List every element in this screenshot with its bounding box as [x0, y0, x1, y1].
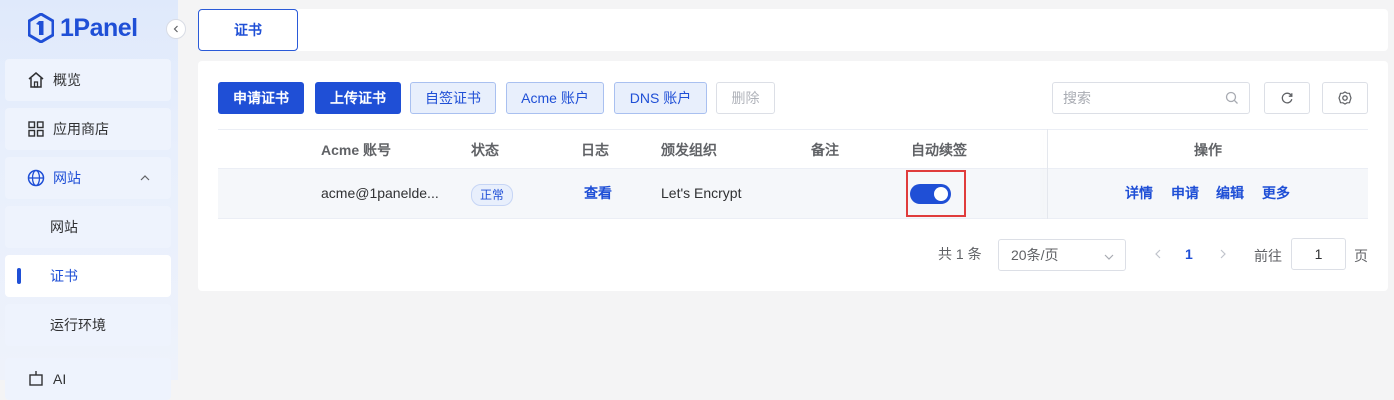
sidebar-item-label: 概览 — [53, 72, 81, 88]
sidebar-subitem-websites[interactable]: 网站 — [5, 206, 171, 248]
acme-account-button[interactable]: Acme 账户 — [506, 82, 604, 114]
column-header-actions: 操作 — [1194, 142, 1222, 158]
page-size-select[interactable]: 20条/页 — [998, 239, 1126, 271]
upload-certificate-button[interactable]: 上传证书 — [315, 82, 401, 114]
chevron-down-icon — [1103, 250, 1115, 266]
toggle-knob — [934, 187, 948, 201]
chevron-left-icon — [1155, 249, 1161, 259]
chevron-up-icon — [139, 171, 151, 187]
sidebar-item-label: 网站 — [53, 170, 81, 186]
apply-action[interactable]: 申请 — [1171, 169, 1199, 218]
sidebar-item-overview[interactable]: 概览 — [5, 59, 171, 101]
chevron-left-icon — [173, 25, 178, 33]
search-icon — [1225, 91, 1239, 108]
search-input[interactable]: 搜索 — [1052, 82, 1250, 114]
page-suffix: 页 — [1354, 248, 1368, 264]
goto-page-input[interactable]: 1 — [1291, 238, 1346, 270]
sidebar-item-label: AI — [53, 371, 67, 387]
logo[interactable]: 1Panel — [28, 10, 138, 46]
refresh-button[interactable] — [1264, 82, 1310, 114]
page-size-value: 20条/页 — [1011, 247, 1059, 263]
details-action[interactable]: 详情 — [1125, 169, 1153, 218]
sidebar-item-app-store[interactable]: 应用商店 — [5, 108, 171, 150]
table-row[interactable]: acme@1panelde... 正常 查看 Let's Encrypt 详情 … — [218, 169, 1368, 219]
column-header-issuer[interactable]: 颁发组织 — [661, 130, 717, 170]
settings-button[interactable] — [1322, 82, 1368, 114]
column-header-acme-account[interactable]: Acme 账号 — [321, 130, 391, 170]
sidebar-subitem-runtime[interactable]: 运行环境 — [5, 304, 171, 346]
page-number[interactable]: 1 — [1185, 246, 1193, 262]
column-header-remark[interactable]: 备注 — [811, 130, 839, 170]
delete-button[interactable]: 删除 — [716, 82, 775, 114]
globe-icon — [25, 167, 47, 189]
chevron-right-icon — [1220, 249, 1226, 259]
column-header-auto-renew[interactable]: 自动续签 — [911, 130, 967, 170]
pagination-total: 共 1 条 — [938, 246, 982, 262]
collapse-sidebar-button[interactable] — [166, 19, 186, 39]
sidebar-item-label: 应用商店 — [53, 121, 109, 137]
refresh-icon — [1281, 92, 1293, 104]
column-header-status[interactable]: 状态 — [471, 130, 499, 170]
cell-issuer: Let's Encrypt — [661, 185, 742, 201]
goto-label: 前往 — [1254, 248, 1282, 264]
sidebar-item-ai[interactable]: AI — [5, 358, 171, 400]
column-header-log[interactable]: 日志 — [581, 130, 609, 170]
grid-icon — [25, 118, 47, 140]
sidebar-item-label: 证书 — [50, 268, 78, 284]
home-icon — [25, 69, 47, 91]
view-log-link[interactable]: 查看 — [584, 169, 612, 218]
sidebar-item-websites[interactable]: 网站 — [5, 157, 171, 199]
logo-icon — [28, 13, 54, 43]
auto-renew-toggle[interactable] — [910, 184, 951, 204]
sidebar-item-label: 运行环境 — [50, 317, 106, 333]
dns-account-button[interactable]: DNS 账户 — [614, 82, 707, 114]
sidebar-item-label: 网站 — [50, 219, 78, 235]
certificate-table: Acme 账号 状态 日志 颁发组织 备注 自动续签 操作 acme@1pane… — [218, 129, 1368, 219]
next-page-button[interactable] — [1217, 247, 1229, 265]
sidebar-subitem-certificates[interactable]: 证书 — [5, 255, 171, 297]
sidebar: 1Panel 概览 应用商店 网站 网站 证书 运行环境 AI — [0, 0, 178, 400]
status-badge: 正常 — [471, 184, 514, 206]
certificate-panel: 申请证书 上传证书 自签证书 Acme 账户 DNS 账户 删除 搜索 Acme… — [198, 61, 1388, 291]
gear-icon — [1338, 91, 1352, 105]
search-placeholder: 搜索 — [1063, 90, 1091, 106]
self-signed-certificate-button[interactable]: 自签证书 — [410, 82, 496, 114]
cell-acme-account: acme@1panelde... — [321, 185, 439, 201]
apply-certificate-button[interactable]: 申请证书 — [218, 82, 304, 114]
prev-page-button[interactable] — [1152, 247, 1164, 265]
fixed-column-divider — [1047, 129, 1048, 219]
tab-certificates[interactable]: 证书 — [198, 9, 298, 51]
more-action[interactable]: 更多 — [1262, 169, 1290, 218]
active-indicator — [17, 268, 21, 284]
logo-text: 1Panel — [60, 13, 138, 42]
ai-icon — [25, 368, 47, 390]
edit-action[interactable]: 编辑 — [1216, 169, 1244, 218]
tabs-bar: 证书 — [198, 9, 1388, 51]
table-header: Acme 账号 状态 日志 颁发组织 备注 自动续签 操作 — [218, 129, 1368, 169]
